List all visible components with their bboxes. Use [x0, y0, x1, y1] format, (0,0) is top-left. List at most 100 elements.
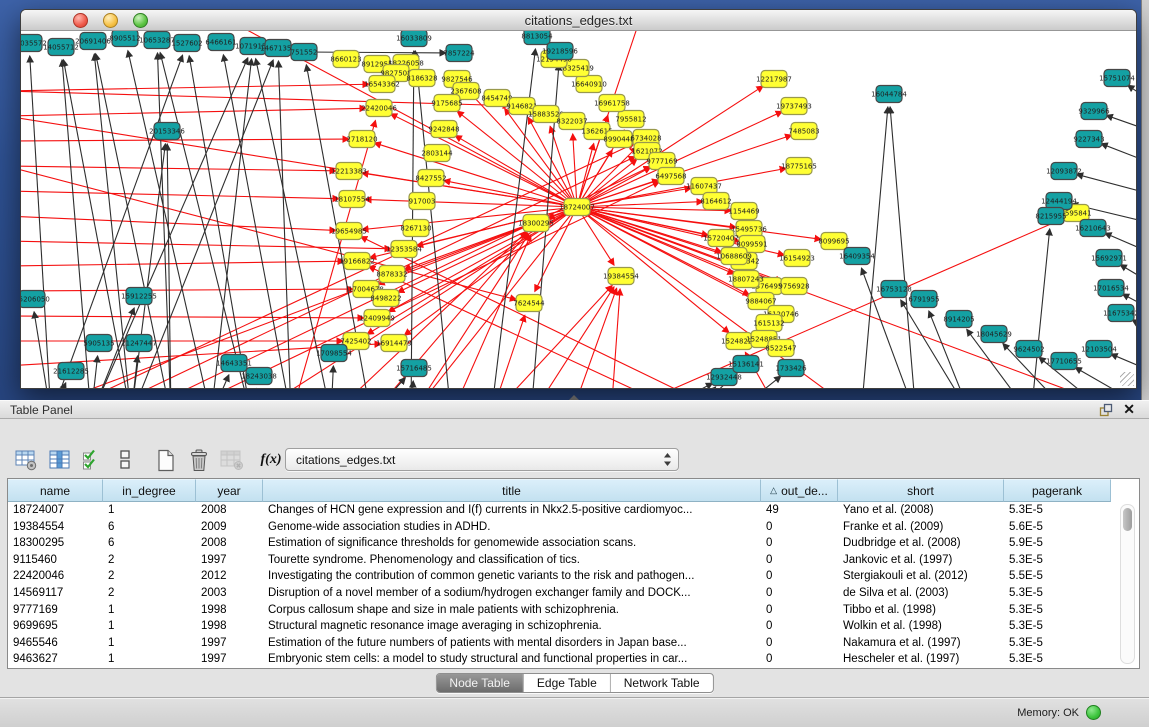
network-node[interactable]: 16753128 [876, 281, 912, 298]
network-node[interactable]: 7857224 [443, 45, 475, 62]
network-node[interactable]: 17710655 [1046, 353, 1082, 370]
network-node[interactable]: 8267130 [400, 220, 431, 237]
network-node[interactable]: 19218596 [542, 43, 578, 60]
network-node[interactable]: 8878332 [376, 266, 407, 283]
close-panel-icon[interactable]: ✕ [1123, 403, 1135, 416]
window-resize-grip[interactable] [1120, 372, 1134, 386]
table-row[interactable]: 946362711997Embryonic stem cells: a mode… [8, 651, 1139, 668]
network-node[interactable]: 25206050 [21, 291, 50, 308]
network-node[interactable]: 20691406 [75, 33, 111, 50]
close-window-button[interactable] [73, 13, 88, 28]
network-node[interactable]: 15716485 [396, 360, 432, 377]
delete-column-button[interactable] [187, 448, 211, 472]
network-node[interactable]: 14055712 [43, 39, 79, 56]
window-titlebar[interactable]: citations_edges.txt [21, 10, 1136, 31]
network-node[interactable]: 1527602 [171, 35, 202, 52]
table-row[interactable]: 1872400712008Changes of HCN gene express… [8, 502, 1139, 519]
network-node[interactable]: 18045629 [976, 326, 1012, 343]
network-node[interactable]: 11675342 [1103, 305, 1136, 322]
network-node[interactable]: 7485083 [788, 123, 819, 140]
network-node[interactable]: 917003 [409, 193, 436, 210]
network-node[interactable]: 8164612 [700, 193, 731, 210]
table-mode-button[interactable] [113, 448, 137, 472]
network-node[interactable]: 9624502 [1013, 341, 1044, 358]
network-node[interactable]: 18300295 [518, 215, 554, 232]
network-node[interactable]: 8099695 [818, 233, 849, 250]
network-node[interactable]: 12213383 [331, 163, 367, 180]
network-node[interactable]: 6791955 [908, 291, 939, 308]
column-header-in_degree[interactable]: in_degree [103, 479, 196, 502]
network-node[interactable]: 6466161 [205, 34, 236, 51]
float-window-icon[interactable] [1099, 403, 1113, 417]
network-node[interactable]: 9329966 [1078, 103, 1110, 120]
table-settings-button[interactable] [14, 448, 38, 472]
network-node[interactable]: 8914205 [943, 311, 974, 328]
tab-node-table[interactable]: Node Table [436, 674, 523, 692]
network-node[interactable]: 1615132 [753, 315, 784, 332]
network-node[interactable]: 21612285 [53, 363, 89, 380]
table-row[interactable]: 1938455462009Genome-wide association stu… [8, 519, 1139, 536]
table-row[interactable]: 977716911998Corpus callosum shape and si… [8, 602, 1139, 619]
scrollbar-thumb[interactable] [1123, 508, 1132, 531]
network-node[interactable]: 15912255 [121, 288, 157, 305]
table-selector-dropdown[interactable]: citations_edges.txt [285, 448, 679, 471]
table-row[interactable]: 2242004622012Investigating the contribut… [8, 568, 1139, 585]
tab-edge-table[interactable]: Edge Table [523, 674, 610, 692]
minimize-window-button[interactable] [103, 13, 118, 28]
network-node[interactable]: 19737493 [776, 98, 812, 115]
network-node[interactable]: 16409354 [839, 248, 875, 265]
network-node[interactable]: 1733426 [775, 360, 807, 377]
network-node[interactable]: 16210643 [1075, 220, 1111, 237]
network-node[interactable]: 18107554 [334, 191, 370, 208]
delete-table-button[interactable] [220, 448, 244, 472]
network-node[interactable]: 12409949 [359, 310, 395, 327]
table-row[interactable]: 946554611997Estimation of the future num… [8, 635, 1139, 652]
network-node[interactable]: 7624544 [513, 295, 545, 312]
network-node[interactable]: 10653287 [139, 32, 175, 49]
table-scrollbar[interactable] [1120, 504, 1135, 664]
network-node[interactable]: 9227343 [1073, 131, 1104, 148]
network-node[interactable]: 21247447 [121, 335, 157, 352]
create-column-button[interactable] [154, 448, 178, 472]
network-node[interactable]: 15751074 [1099, 70, 1135, 87]
network-node[interactable]: 9175685 [431, 95, 462, 112]
network-node[interactable]: 16640910 [571, 76, 607, 93]
network-node[interactable]: 15136141 [728, 356, 764, 373]
network-node[interactable]: 18724007 [559, 199, 595, 216]
network-node[interactable]: 9756928 [778, 278, 809, 295]
network-node[interactable]: 12353584 [386, 241, 422, 258]
network-node[interactable]: 8186328 [406, 70, 437, 87]
zoom-window-button[interactable] [133, 13, 148, 28]
network-node[interactable]: 16033809 [396, 31, 432, 47]
network-node[interactable]: 1154469 [728, 203, 759, 220]
function-builder-button[interactable]: f(x) [259, 448, 283, 472]
network-node[interactable]: 22420046 [361, 100, 397, 117]
table-row[interactable]: 969969511998Structural magnetic resonanc… [8, 618, 1139, 635]
network-node[interactable]: 15692971 [1091, 250, 1127, 267]
network-node[interactable]: 18807243 [728, 271, 764, 288]
network-node[interactable]: 12093872 [1046, 163, 1082, 180]
network-node[interactable]: 12217987 [756, 71, 792, 88]
network-node[interactable]: 16154923 [779, 250, 815, 267]
network-node[interactable]: 8813054 [521, 31, 553, 45]
table-row[interactable]: 911546021997Tourette syndrome. Phenomeno… [8, 552, 1139, 569]
table-row[interactable]: 1830029562008Estimation of significance … [8, 535, 1139, 552]
network-node[interactable]: 16044784 [871, 86, 907, 103]
network-node[interactable]: 7955812 [615, 111, 646, 128]
network-node[interactable]: 6497568 [655, 168, 686, 185]
network-node[interactable]: 12103504 [1081, 341, 1117, 358]
network-node[interactable]: 9242848 [428, 121, 459, 138]
network-node[interactable]: 8522547 [765, 340, 796, 357]
network-node[interactable]: 8660123 [330, 51, 361, 68]
column-header-name[interactable]: name [8, 479, 103, 502]
network-node[interactable]: 18775165 [781, 158, 817, 175]
network-canvas[interactable]: 1872400718300295193845548660123891295518… [21, 31, 1136, 388]
network-node[interactable]: 20153346 [149, 123, 185, 140]
column-header-short[interactable]: short [838, 479, 1004, 502]
network-node[interactable]: 16543362 [364, 76, 400, 93]
network-node[interactable]: 2803144 [421, 145, 453, 162]
network-node[interactable]: 8427552 [415, 170, 446, 187]
network-node[interactable]: 17098554 [316, 345, 352, 362]
network-node[interactable]: 10688609 [716, 248, 752, 265]
network-node[interactable]: 19166822 [339, 253, 375, 270]
